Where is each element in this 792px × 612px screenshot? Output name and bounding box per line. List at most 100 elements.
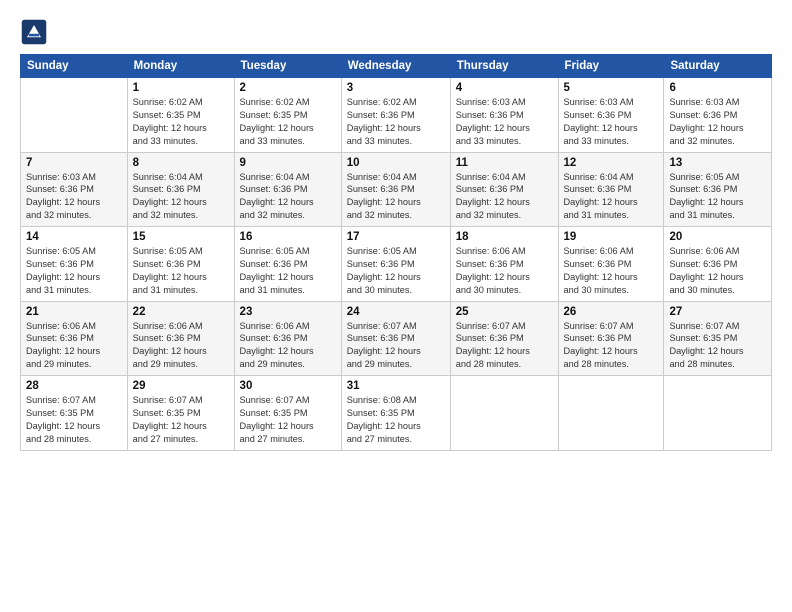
day-info: Sunrise: 6:07 AM Sunset: 6:36 PM Dayligh… <box>456 320 553 372</box>
day-info: Sunrise: 6:03 AM Sunset: 6:36 PM Dayligh… <box>26 171 122 223</box>
calendar-cell: 12Sunrise: 6:04 AM Sunset: 6:36 PM Dayli… <box>558 152 664 227</box>
calendar-cell: 3 Sunrise: 6:02 AM Sunset: 6:36 PM Daylig… <box>341 78 450 153</box>
day-number: 7 <box>26 157 122 169</box>
calendar-cell <box>558 376 664 451</box>
day-number: 8 <box>133 157 229 169</box>
day-number: 28 <box>26 380 122 392</box>
day-info: Sunrise: 6:05 AM Sunset: 6:36 PM Dayligh… <box>133 245 229 297</box>
calendar-week-row: 7 Sunrise: 6:03 AM Sunset: 6:36 PM Daylig… <box>21 152 772 227</box>
day-number: 4 <box>456 82 553 94</box>
day-number: 30 <box>240 380 336 392</box>
day-number: 6 <box>669 82 766 94</box>
calendar-cell: 26 Sunrise: 6:07 AM Sunset: 6:36 PM Dayli… <box>558 301 664 376</box>
calendar-cell: 19Sunrise: 6:06 AM Sunset: 6:36 PM Dayli… <box>558 227 664 302</box>
day-number: 9 <box>240 157 336 169</box>
day-number: 1 <box>133 82 229 94</box>
calendar-cell: 2 Sunrise: 6:02 AM Sunset: 6:35 PM Daylig… <box>234 78 341 153</box>
calendar-cell: 16 Sunrise: 6:05 AM Sunset: 6:36 PM Dayli… <box>234 227 341 302</box>
calendar-cell: 24 Sunrise: 6:07 AM Sunset: 6:36 PM Dayli… <box>341 301 450 376</box>
day-info: Sunrise: 6:03 AM Sunset: 6:36 PM Dayligh… <box>564 96 659 148</box>
day-number: 2 <box>240 82 336 94</box>
calendar-table: SundayMondayTuesdayWednesdayThursdayFrid… <box>20 54 772 451</box>
day-info: Sunrise: 6:04 AM Sunset: 6:36 PM Dayligh… <box>240 171 336 223</box>
day-number: 10 <box>347 157 445 169</box>
day-info: Sunrise: 6:08 AM Sunset: 6:35 PM Dayligh… <box>347 394 445 446</box>
day-number: 29 <box>133 380 229 392</box>
day-number: 11 <box>456 157 553 169</box>
calendar-day-header: Tuesday <box>234 55 341 78</box>
day-number: 24 <box>347 306 445 318</box>
day-number: 18 <box>456 231 553 243</box>
calendar-cell: 17 Sunrise: 6:05 AM Sunset: 6:36 PM Dayli… <box>341 227 450 302</box>
calendar-cell: 6 Sunrise: 6:03 AM Sunset: 6:36 PM Daylig… <box>664 78 772 153</box>
day-number: 15 <box>133 231 229 243</box>
calendar-day-header: Thursday <box>450 55 558 78</box>
day-number: 5 <box>564 82 659 94</box>
calendar-cell: 30 Sunrise: 6:07 AM Sunset: 6:35 PM Dayli… <box>234 376 341 451</box>
day-info: Sunrise: 6:05 AM Sunset: 6:36 PM Dayligh… <box>26 245 122 297</box>
page: SundayMondayTuesdayWednesdayThursdayFrid… <box>0 0 792 461</box>
day-info: Sunrise: 6:06 AM Sunset: 6:36 PM Dayligh… <box>564 245 659 297</box>
day-number: 27 <box>669 306 766 318</box>
calendar-cell: 11 Sunrise: 6:04 AM Sunset: 6:36 PM Dayli… <box>450 152 558 227</box>
day-info: Sunrise: 6:06 AM Sunset: 6:36 PM Dayligh… <box>240 320 336 372</box>
calendar-cell: 4 Sunrise: 6:03 AM Sunset: 6:36 PM Daylig… <box>450 78 558 153</box>
day-info: Sunrise: 6:07 AM Sunset: 6:35 PM Dayligh… <box>669 320 766 372</box>
calendar-day-header: Monday <box>127 55 234 78</box>
day-info: Sunrise: 6:04 AM Sunset: 6:36 PM Dayligh… <box>133 171 229 223</box>
day-info: Sunrise: 6:06 AM Sunset: 6:36 PM Dayligh… <box>669 245 766 297</box>
day-info: Sunrise: 6:05 AM Sunset: 6:36 PM Dayligh… <box>240 245 336 297</box>
calendar-cell: 14Sunrise: 6:05 AM Sunset: 6:36 PM Dayli… <box>21 227 128 302</box>
calendar-cell: 18 Sunrise: 6:06 AM Sunset: 6:36 PM Dayli… <box>450 227 558 302</box>
day-number: 3 <box>347 82 445 94</box>
calendar-cell: 28Sunrise: 6:07 AM Sunset: 6:35 PM Dayli… <box>21 376 128 451</box>
day-number: 23 <box>240 306 336 318</box>
logo-icon <box>20 18 48 46</box>
calendar-cell: 31 Sunrise: 6:08 AM Sunset: 6:35 PM Dayli… <box>341 376 450 451</box>
day-number: 25 <box>456 306 553 318</box>
header <box>20 18 772 46</box>
calendar-cell: 29 Sunrise: 6:07 AM Sunset: 6:35 PM Dayli… <box>127 376 234 451</box>
calendar-week-row: 14Sunrise: 6:05 AM Sunset: 6:36 PM Dayli… <box>21 227 772 302</box>
day-number: 31 <box>347 380 445 392</box>
calendar-cell: 22Sunrise: 6:06 AM Sunset: 6:36 PM Dayli… <box>127 301 234 376</box>
calendar-week-row: 28 Sunrise: 6:07 AM Sunset: 6:35 PM Dayli… <box>21 376 772 451</box>
day-number: 13 <box>669 157 766 169</box>
day-info: Sunrise: 6:02 AM Sunset: 6:36 PM Dayligh… <box>347 96 445 148</box>
day-number: 20 <box>669 231 766 243</box>
day-info: Sunrise: 6:07 AM Sunset: 6:35 PM Dayligh… <box>133 394 229 446</box>
day-info: Sunrise: 6:04 AM Sunset: 6:36 PM Dayligh… <box>456 171 553 223</box>
calendar-cell: 7 Sunrise: 6:03 AM Sunset: 6:36 PM Daylig… <box>21 152 128 227</box>
calendar-cell: 23 Sunrise: 6:06 AM Sunset: 6:36 PM Dayli… <box>234 301 341 376</box>
day-info: Sunrise: 6:07 AM Sunset: 6:36 PM Dayligh… <box>564 320 659 372</box>
calendar-day-header: Friday <box>558 55 664 78</box>
day-info: Sunrise: 6:02 AM Sunset: 6:35 PM Dayligh… <box>240 96 336 148</box>
day-info: Sunrise: 6:05 AM Sunset: 6:36 PM Dayligh… <box>669 171 766 223</box>
day-info: Sunrise: 6:06 AM Sunset: 6:36 PM Dayligh… <box>26 320 122 372</box>
calendar-cell: 9 Sunrise: 6:04 AM Sunset: 6:36 PM Daylig… <box>234 152 341 227</box>
calendar-day-header: Saturday <box>664 55 772 78</box>
calendar-header-row: SundayMondayTuesdayWednesdayThursdayFrid… <box>21 55 772 78</box>
calendar-cell: 8 Sunrise: 6:04 AM Sunset: 6:36 PM Daylig… <box>127 152 234 227</box>
day-number: 26 <box>564 306 659 318</box>
day-info: Sunrise: 6:07 AM Sunset: 6:35 PM Dayligh… <box>240 394 336 446</box>
calendar-cell: 20 Sunrise: 6:06 AM Sunset: 6:36 PM Dayli… <box>664 227 772 302</box>
day-info: Sunrise: 6:05 AM Sunset: 6:36 PM Dayligh… <box>347 245 445 297</box>
day-number: 12 <box>564 157 659 169</box>
calendar-cell: 25 Sunrise: 6:07 AM Sunset: 6:36 PM Dayli… <box>450 301 558 376</box>
day-number: 21 <box>26 306 122 318</box>
calendar-cell: 1 Sunrise: 6:02 AM Sunset: 6:35 PM Daylig… <box>127 78 234 153</box>
day-number: 17 <box>347 231 445 243</box>
calendar-cell <box>664 376 772 451</box>
calendar-week-row: 1 Sunrise: 6:02 AM Sunset: 6:35 PM Daylig… <box>21 78 772 153</box>
calendar-cell: 13 Sunrise: 6:05 AM Sunset: 6:36 PM Dayli… <box>664 152 772 227</box>
day-info: Sunrise: 6:03 AM Sunset: 6:36 PM Dayligh… <box>669 96 766 148</box>
day-info: Sunrise: 6:06 AM Sunset: 6:36 PM Dayligh… <box>456 245 553 297</box>
calendar-cell: 10Sunrise: 6:04 AM Sunset: 6:36 PM Dayli… <box>341 152 450 227</box>
day-info: Sunrise: 6:02 AM Sunset: 6:35 PM Dayligh… <box>133 96 229 148</box>
day-info: Sunrise: 6:07 AM Sunset: 6:36 PM Dayligh… <box>347 320 445 372</box>
calendar-cell <box>450 376 558 451</box>
day-number: 16 <box>240 231 336 243</box>
day-info: Sunrise: 6:03 AM Sunset: 6:36 PM Dayligh… <box>456 96 553 148</box>
day-info: Sunrise: 6:06 AM Sunset: 6:36 PM Dayligh… <box>133 320 229 372</box>
